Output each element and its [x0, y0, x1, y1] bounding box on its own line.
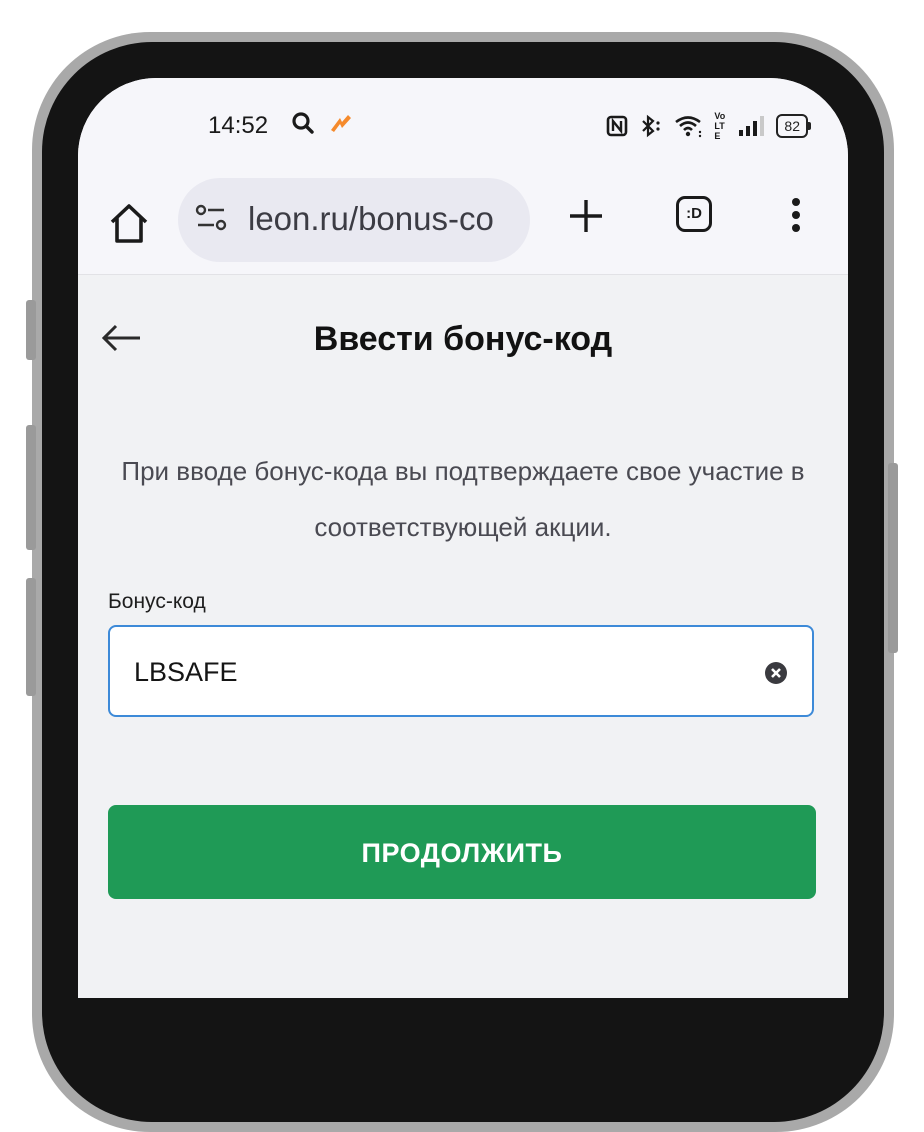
bluetooth-icon [642, 114, 661, 138]
wifi-icon [675, 116, 702, 138]
page-header: Ввести бонус-код [78, 274, 848, 404]
address-bar[interactable]: leon.ru/bonus-co [178, 178, 530, 262]
phone-screen: 14:52 Vo LTE 82 leon.ru/bonus-co:D Ввес… [78, 78, 848, 998]
battery-icon: 82 [776, 114, 811, 138]
tabs-icon[interactable]: :D [676, 196, 712, 232]
page-title: Ввести бонус-код [313, 320, 613, 358]
phone-side-button [888, 463, 898, 653]
flame-icon [331, 115, 351, 132]
phone-side-button [26, 578, 36, 696]
plus-icon[interactable] [566, 196, 606, 236]
site-settings-icon[interactable] [194, 204, 230, 234]
signal-icon [739, 116, 765, 136]
status-icons: Vo LTE 82 [606, 111, 811, 141]
more-vert-icon[interactable] [784, 194, 808, 238]
home-icon[interactable] [104, 198, 154, 248]
bonus-code-input[interactable]: LBSAFE [108, 625, 814, 717]
bonus-code-label: Бонус-код [108, 590, 206, 613]
phone-side-button [26, 425, 36, 550]
continue-button[interactable]: ПРОДОЛЖИТЬ [108, 805, 816, 899]
bonus-code-value[interactable]: LBSAFE [134, 657, 238, 688]
url-text[interactable]: leon.ru/bonus-co [248, 200, 494, 238]
clear-icon[interactable] [764, 661, 788, 685]
nfc-icon [607, 115, 628, 137]
page-description: При вводе бонус-кода вы подтверждаете св… [121, 456, 805, 542]
phone-side-button [26, 300, 36, 360]
volte-icon: Vo LTE [714, 111, 726, 141]
status-time: 14:52 [208, 112, 269, 139]
browser-toolbar: leon.ru/bonus-co :D [78, 178, 848, 275]
status-bar: 14:52 Vo LTE 82 [78, 78, 848, 178]
search-icon [292, 112, 314, 134]
